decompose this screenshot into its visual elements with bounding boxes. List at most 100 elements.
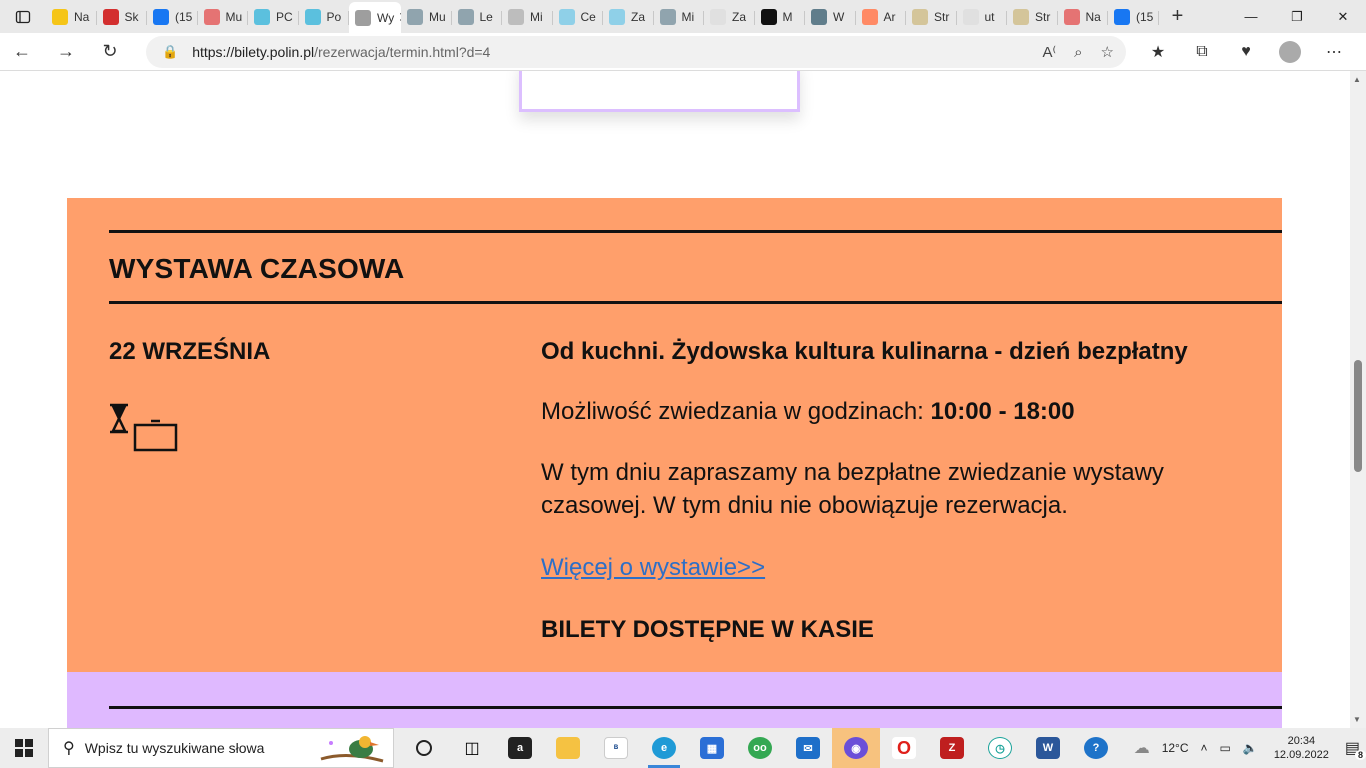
- search-icon: ⚲: [63, 740, 75, 757]
- amazon-icon: a: [508, 737, 532, 759]
- favorites-icon[interactable]: ★: [1136, 42, 1180, 62]
- opera-app[interactable]: O: [880, 728, 928, 768]
- more-about-exhibition-link[interactable]: Więcej o wystawie>>: [541, 554, 765, 582]
- back-button[interactable]: ←: [0, 33, 44, 71]
- speaker-icon[interactable]: 🔈: [1243, 741, 1258, 755]
- tray-chevron-icon[interactable]: ˄: [1201, 741, 1208, 755]
- store-icon: ▦: [700, 737, 724, 759]
- tab-actions-button[interactable]: [0, 0, 46, 33]
- tab-actions-icon: [15, 10, 31, 23]
- shield-icon: ◉: [844, 737, 868, 759]
- browser-tab[interactable]: M: [755, 3, 806, 31]
- clock[interactable]: 20:34 12.09.2022: [1274, 734, 1329, 762]
- zoom-icon[interactable]: ⌕: [1074, 44, 1082, 61]
- weather-icon[interactable]: ☁: [1134, 738, 1150, 758]
- edge-app[interactable]: e: [640, 728, 688, 768]
- browser-tab[interactable]: Wy✕: [349, 2, 401, 33]
- word-app[interactable]: W: [1024, 728, 1072, 768]
- page-scrollbar[interactable]: ▲ ▼: [1350, 71, 1366, 728]
- browser-essentials-icon[interactable]: ♥: [1224, 43, 1268, 61]
- polin-icon: [355, 9, 371, 26]
- temporary-exhibition-section: WYSTAWA CZASOWA 22 WRZEŚNIA Od kuchni. Ż…: [67, 198, 1282, 672]
- url-text: https://bilety.polin.pl/rezerwacja/termi…: [192, 44, 490, 60]
- vpn-app[interactable]: ◉: [832, 728, 880, 768]
- browser-tab-bar: NaSk(15MuPCPoWy✕MuLeMiCeZaMiZaMWArStrutS…: [0, 0, 1366, 33]
- close-window-button[interactable]: ✕: [1320, 0, 1366, 33]
- tab-label: Ar: [883, 9, 896, 24]
- settings-more-icon[interactable]: ⋯: [1312, 42, 1356, 62]
- task-view-button[interactable]: [400, 728, 448, 768]
- profile-avatar[interactable]: [1268, 41, 1312, 63]
- system-tray: ☁ 12°C ˄ ▭ 🔈 20:34 12.09.2022 ▤ 8: [1128, 728, 1366, 768]
- read-aloud-icon[interactable]: A⁽: [1042, 43, 1056, 61]
- scroll-up-icon[interactable]: ▲: [1353, 75, 1361, 84]
- filezilla-app[interactable]: Z: [928, 728, 976, 768]
- browser-tab[interactable]: PC: [248, 3, 299, 31]
- edge-icon: e: [652, 737, 676, 759]
- amazon-app[interactable]: a: [496, 728, 544, 768]
- scrollbar-thumb[interactable]: [1354, 360, 1362, 472]
- browser-tab[interactable]: Ce: [553, 3, 604, 31]
- collections-icon[interactable]: ⧉: [1180, 43, 1224, 61]
- file-explorer-app[interactable]: [544, 728, 592, 768]
- mail-app[interactable]: ✉: [784, 728, 832, 768]
- tab-label: Mu: [429, 9, 446, 24]
- store-app[interactable]: ▦: [688, 728, 736, 768]
- new-tab-button[interactable]: +: [1163, 5, 1193, 28]
- weather-temp[interactable]: 12°C: [1162, 741, 1189, 755]
- task-view-grid-button[interactable]: ◫: [448, 728, 496, 768]
- window-controls: — ❐ ✕: [1228, 0, 1366, 33]
- browser-tab[interactable]: Za: [603, 3, 654, 31]
- browser-tab[interactable]: W: [805, 3, 856, 31]
- tab-label: Za: [732, 9, 747, 24]
- start-button[interactable]: [0, 728, 48, 768]
- browser-tab[interactable]: (15: [1108, 3, 1159, 31]
- browser-toolbar: ← → ↻ 🔒 https://bilety.polin.pl/rezerwac…: [0, 33, 1366, 71]
- browser-tab[interactable]: Po: [299, 3, 350, 31]
- page-icon: [710, 8, 726, 25]
- browser-tab[interactable]: Le: [452, 3, 503, 31]
- polin-icon: [304, 8, 321, 25]
- browser-tab[interactable]: Za: [704, 3, 755, 31]
- browser-tab[interactable]: Na: [1058, 3, 1109, 31]
- minimize-button[interactable]: —: [1228, 0, 1274, 33]
- address-bar[interactable]: 🔒 https://bilety.polin.pl/rezerwacja/ter…: [146, 36, 1126, 68]
- url-path: /rezerwacja/termin.html?d=4: [314, 44, 491, 60]
- tripadvisor-app[interactable]: oo: [736, 728, 784, 768]
- battery-icon[interactable]: ▭: [1220, 741, 1231, 755]
- refresh-button[interactable]: ↻: [88, 33, 132, 71]
- browser-tab[interactable]: Mu: [401, 3, 452, 31]
- tab-label: W: [833, 9, 845, 24]
- help-app[interactable]: ?: [1072, 728, 1120, 768]
- browser-tab[interactable]: ut: [957, 3, 1008, 31]
- museum-icon: [203, 8, 220, 25]
- speedtest-app[interactable]: ◷: [976, 728, 1024, 768]
- add-favorite-icon[interactable]: ☆: [1101, 43, 1114, 61]
- emblem-icon: [1063, 8, 1080, 25]
- browser-tab[interactable]: Na: [46, 3, 97, 31]
- windows-logo-icon: [15, 739, 33, 757]
- browser-tab[interactable]: Mi: [502, 3, 553, 31]
- browser-tab[interactable]: Ar: [856, 3, 907, 31]
- browser-tab[interactable]: Str: [906, 3, 957, 31]
- browser-tab[interactable]: Mi: [654, 3, 705, 31]
- taskbar-search-box[interactable]: ⚲ Wpisz tu wyszukiwane słowa: [48, 728, 394, 768]
- browser-tab[interactable]: Sk: [97, 3, 148, 31]
- tab-label: Mu: [225, 9, 243, 24]
- booking-app[interactable]: B: [592, 728, 640, 768]
- tickets-note: BILETY DOSTĘPNE W KASIE: [541, 616, 874, 643]
- tab-label: Po: [326, 9, 342, 24]
- browser-tab[interactable]: (15: [147, 3, 198, 31]
- browser-tab[interactable]: Str: [1007, 3, 1058, 31]
- browser-tab[interactable]: Mu: [198, 3, 249, 31]
- scroll-down-icon[interactable]: ▼: [1353, 715, 1361, 724]
- next-section: [67, 672, 1282, 728]
- maximize-button[interactable]: ❐: [1274, 0, 1320, 33]
- notifications-button[interactable]: ▤ 8: [1345, 738, 1366, 760]
- polin-icon: [254, 8, 270, 25]
- forward-button[interactable]: →: [44, 33, 88, 71]
- toolbar-right: ★ ⧉ ♥ ⋯: [1136, 33, 1356, 71]
- event-icons: [109, 403, 179, 460]
- nbp-icon: [811, 8, 827, 25]
- forward-arrow-icon: →: [57, 41, 75, 61]
